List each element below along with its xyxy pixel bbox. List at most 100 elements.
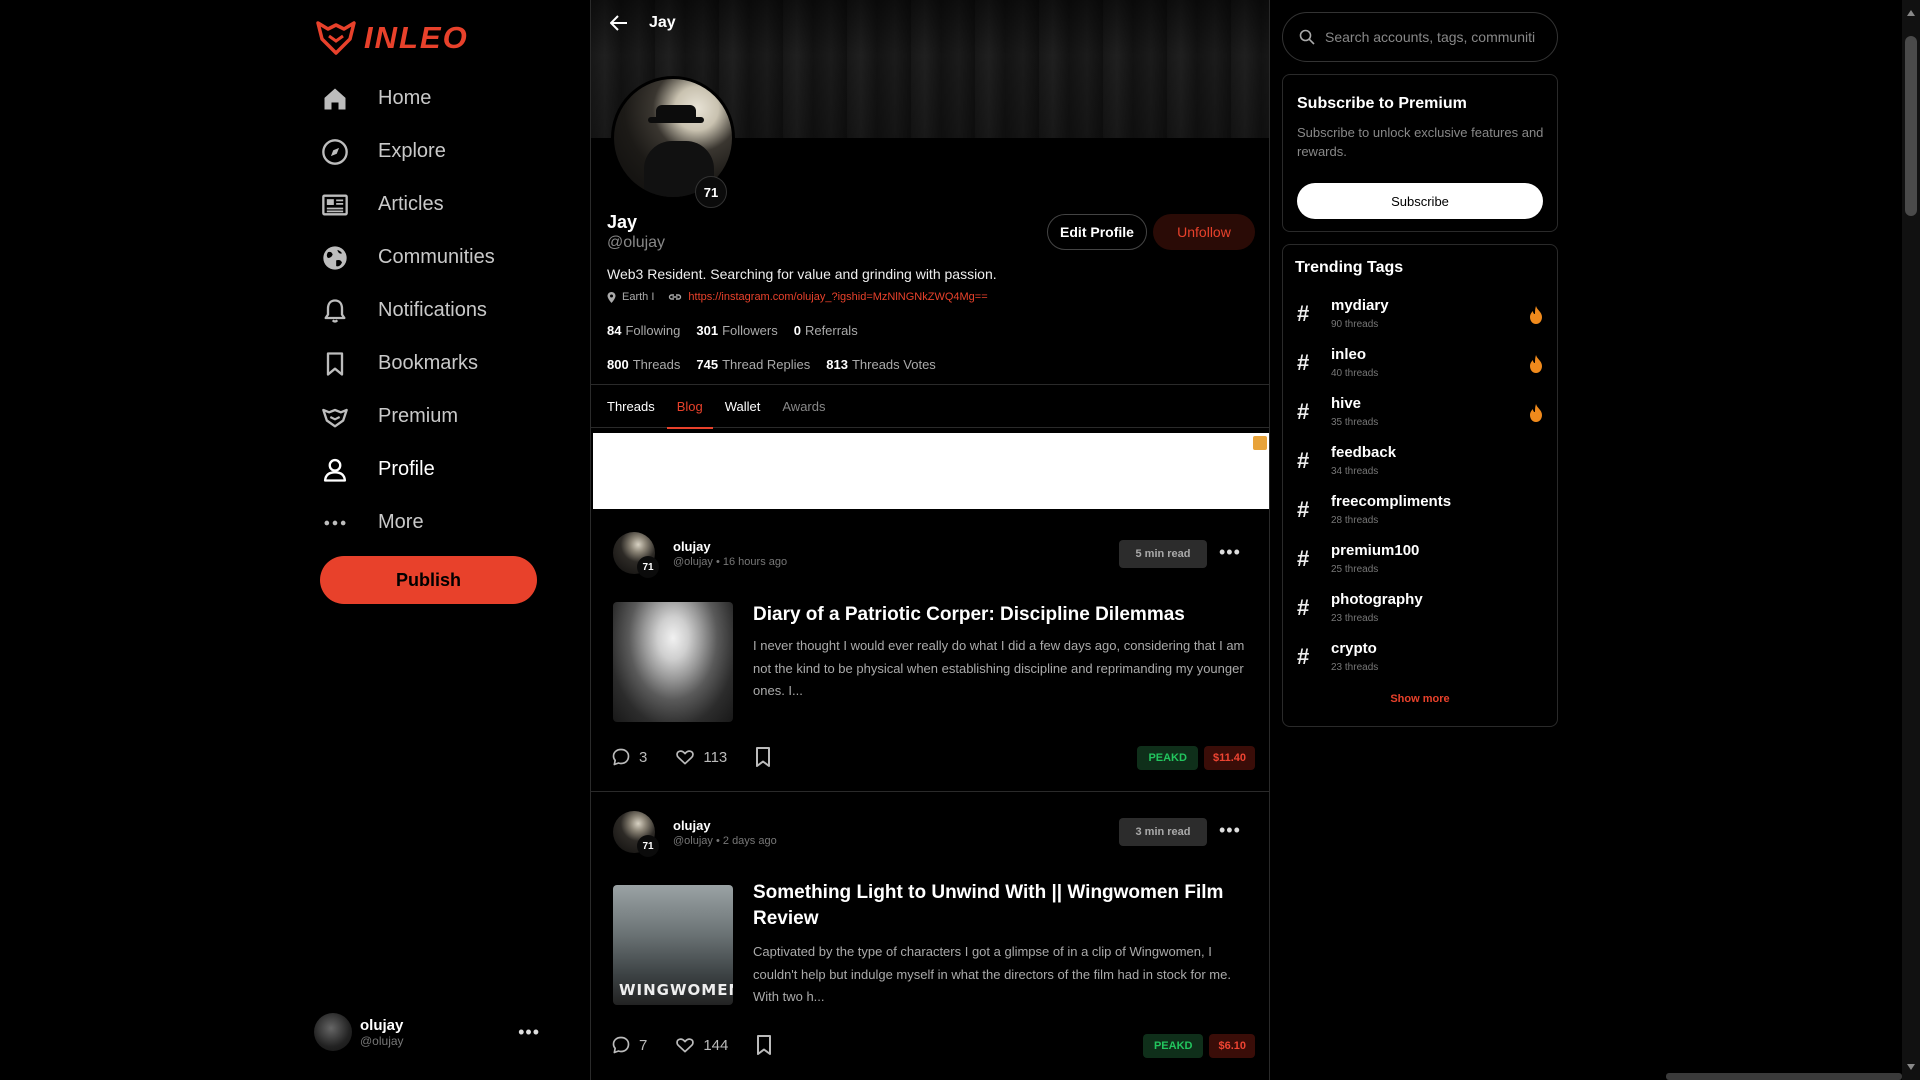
stat-label: Following: [625, 323, 681, 338]
comment-count: 7: [639, 1036, 648, 1054]
edit-profile-button[interactable]: Edit Profile: [1047, 214, 1147, 250]
scroll-down-icon[interactable]: [1907, 1064, 1915, 1070]
nav-label: Notifications: [378, 299, 487, 321]
post-author[interactable]: olujay: [673, 539, 711, 554]
like-button[interactable]: 113: [675, 747, 727, 767]
post-tags: PEAKD $11.40: [1137, 746, 1255, 770]
post-options-icon[interactable]: •••: [1219, 542, 1241, 563]
trending-tag[interactable]: # premium100 25 threads: [1297, 542, 1543, 582]
inleo-logo[interactable]: INLEO: [316, 20, 469, 56]
post-excerpt: Captivated by the type of characters I g…: [753, 944, 1231, 1004]
post-thumbnail[interactable]: WINGWOMEN: [613, 885, 733, 1005]
nav-label: Home: [378, 87, 432, 109]
tab-threads[interactable]: Threads: [607, 384, 655, 428]
replies-stat: 745 Thread Replies: [696, 357, 810, 372]
nav-profile[interactable]: Profile: [318, 443, 495, 496]
activity-stats: 800 Threads 745 Thread Replies 813 Threads …: [607, 357, 936, 372]
stat-label: Referrals: [804, 323, 858, 338]
nav-articles[interactable]: Articles: [318, 178, 495, 231]
post-author[interactable]: olujay: [673, 818, 711, 833]
location-pin-icon: [607, 291, 616, 303]
nav-more[interactable]: More: [318, 496, 495, 549]
stat-label: Threads: [632, 357, 681, 372]
nav-label: Communities: [378, 246, 495, 268]
bookmark-icon: [318, 347, 352, 381]
trending-tag[interactable]: # inleo 40 threads: [1297, 346, 1543, 386]
scroll-up-icon[interactable]: [1907, 10, 1915, 16]
tag-name: premium100: [1331, 542, 1420, 559]
followers-stat[interactable]: 301 Followers: [696, 323, 777, 338]
profile-link[interactable]: https://instagram.com/olujay_?igshid=MzN…: [688, 291, 987, 303]
nav-explore[interactable]: Explore: [318, 125, 495, 178]
compass-icon: [318, 135, 352, 169]
horizontal-scrollbar[interactable]: [1666, 1073, 1902, 1080]
payout-badge[interactable]: $6.10: [1209, 1034, 1255, 1058]
search-input[interactable]: [1325, 29, 1535, 45]
logo-text: INLEO: [364, 20, 469, 55]
tab-wallet[interactable]: Wallet: [725, 384, 761, 428]
bookmark-button[interactable]: [756, 1035, 772, 1055]
nav-label: Articles: [378, 193, 444, 215]
stat-label: Thread Replies: [722, 357, 811, 372]
tag-name: mydiary: [1331, 297, 1389, 314]
referrals-stat[interactable]: 0 Referrals: [794, 323, 858, 338]
post-options-icon[interactable]: •••: [1219, 820, 1241, 841]
globe-icon: [318, 241, 352, 275]
stat-value: 745: [696, 357, 719, 372]
tag-count: 28 threads: [1331, 515, 1379, 526]
comment-icon: [612, 1036, 630, 1054]
post-meta: @olujay • 2 days ago: [673, 835, 777, 847]
post-title[interactable]: Something Light to Unwind With || Wingwo…: [753, 880, 1253, 932]
avatar: [314, 1013, 352, 1051]
post-title[interactable]: Diary of a Patriotic Corper: Discipline …: [753, 602, 1253, 628]
trending-tag[interactable]: # photography 23 threads: [1297, 591, 1543, 631]
search-icon: [1299, 29, 1315, 45]
profile-topbar: Jay: [591, 0, 1269, 46]
scroll-thumb[interactable]: [1905, 36, 1917, 216]
level-badge: 71: [695, 176, 727, 208]
comment-button[interactable]: 3: [611, 747, 647, 767]
like-button[interactable]: 144: [675, 1035, 728, 1055]
publish-button[interactable]: Publish: [320, 556, 537, 604]
trending-tag[interactable]: # mydiary 90 threads: [1297, 297, 1543, 337]
unfollow-button[interactable]: Unfollow: [1153, 214, 1255, 250]
nav-communities[interactable]: Communities: [318, 231, 495, 284]
nav-home[interactable]: Home: [318, 72, 495, 125]
post-actions: 7 144: [611, 1035, 772, 1055]
tab-awards[interactable]: Awards: [782, 384, 825, 428]
show-more-link[interactable]: Show more: [1283, 693, 1557, 705]
blog-post[interactable]: 71 olujay @olujay • 2 days ago 3 min rea…: [591, 792, 1269, 1080]
ad-banner[interactable]: [593, 433, 1269, 509]
subscribe-button[interactable]: Subscribe: [1297, 183, 1543, 219]
back-arrow-icon[interactable]: [607, 11, 631, 35]
nav-notifications[interactable]: Notifications: [318, 284, 495, 337]
trending-tag[interactable]: # freecompliments 28 threads: [1297, 493, 1543, 533]
tag-name: freecompliments: [1331, 493, 1452, 510]
post-excerpt: I never thought I would ever really do w…: [753, 638, 1245, 698]
hashtag-icon: #: [1297, 595, 1310, 620]
thumbnail-text: WINGWOMEN: [619, 981, 733, 999]
nav-premium[interactable]: Premium: [318, 390, 495, 443]
comment-button[interactable]: 7: [611, 1035, 647, 1055]
tab-blog[interactable]: Blog: [666, 384, 713, 429]
search-box[interactable]: [1282, 12, 1558, 62]
vertical-scrollbar[interactable]: [1902, 0, 1920, 1080]
trending-tag[interactable]: # crypto 23 threads: [1297, 640, 1543, 680]
following-stat[interactable]: 84 Following: [607, 323, 680, 338]
account-menu-icon[interactable]: •••: [518, 1022, 540, 1043]
payout-badge[interactable]: $11.40: [1203, 746, 1255, 770]
post-thumbnail[interactable]: [613, 602, 733, 722]
blog-post[interactable]: 71 olujay @olujay • 16 hours ago 5 min r…: [591, 510, 1269, 792]
premium-title: Subscribe to Premium: [1297, 95, 1467, 112]
comment-count: 3: [639, 748, 648, 766]
hashtag-icon: #: [1297, 546, 1310, 571]
post-time: 2 days ago: [722, 835, 777, 847]
trending-tag[interactable]: # feedback 34 threads: [1297, 444, 1543, 484]
ad-choices-icon[interactable]: [1253, 436, 1267, 450]
bookmark-button[interactable]: [755, 747, 771, 767]
hashtag-icon: #: [1297, 497, 1310, 522]
account-switcher[interactable]: olujay @olujay •••: [314, 1012, 540, 1052]
post-handle: @olujay: [673, 556, 713, 568]
nav-bookmarks[interactable]: Bookmarks: [318, 337, 495, 390]
trending-tag[interactable]: # hive 35 threads: [1297, 395, 1543, 435]
